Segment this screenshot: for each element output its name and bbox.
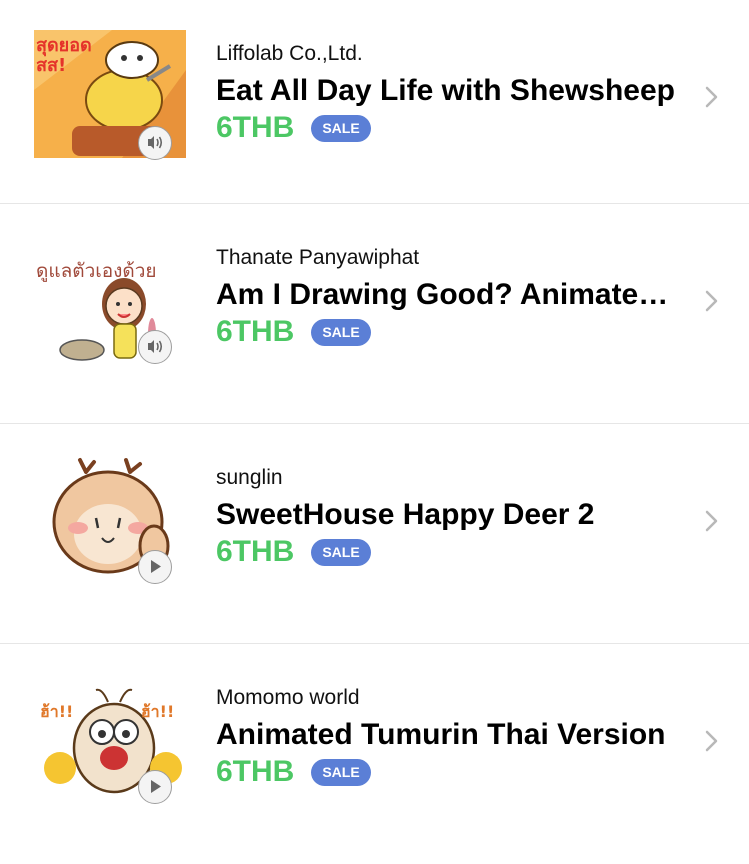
sound-icon[interactable] (138, 330, 172, 364)
price: 6THB (216, 535, 295, 568)
list-item[interactable]: สุดยอดสส! Liffolab Co.,Ltd. Eat All Day … (0, 0, 749, 220)
sticker-thumbnail[interactable]: สุดยอดสส! (32, 30, 188, 160)
sticker-caption: ฮ้า!! ฮ้า!! (40, 702, 175, 721)
sale-badge: SALE (311, 758, 371, 786)
sticker-title[interactable]: Am I Drawing Good? Animated Stickers (216, 277, 676, 313)
sticker-title[interactable]: Eat All Day Life with Shewsheep (216, 73, 676, 109)
author-name[interactable]: sunglin (216, 466, 686, 490)
chevron-right-icon[interactable] (702, 728, 720, 754)
price: 6THB (216, 111, 295, 144)
sticker-caption: สุดยอดสส! (36, 35, 92, 76)
author-name[interactable]: Thanate Panyawiphat (216, 246, 686, 270)
sticker-thumbnail[interactable]: ดูแลตัวเองด้วย (32, 234, 188, 364)
sticker-list: สุดยอดสส! Liffolab Co.,Ltd. Eat All Day … (0, 0, 749, 836)
sale-badge: SALE (311, 318, 371, 346)
list-item[interactable]: ฮ้า!! ฮ้า!! Momomo world Animated Tumuri… (0, 644, 749, 864)
chevron-right-icon[interactable] (702, 508, 720, 534)
item-info: Thanate Panyawiphat Am I Drawing Good? A… (216, 246, 686, 350)
price: 6THB (216, 755, 295, 788)
sticker-title[interactable]: Animated Tumurin Thai Version (216, 717, 676, 753)
chevron-right-icon[interactable] (702, 84, 720, 110)
sticker-caption: ดูแลตัวเองด้วย (36, 260, 157, 282)
play-icon[interactable] (138, 770, 172, 804)
author-name[interactable]: Liffolab Co.,Ltd. (216, 42, 686, 66)
item-info: Momomo world Animated Tumurin Thai Versi… (216, 686, 686, 790)
item-info: sunglin SweetHouse Happy Deer 2 6THB SAL… (216, 466, 686, 570)
sticker-title[interactable]: SweetHouse Happy Deer 2 (216, 497, 676, 533)
play-icon[interactable] (138, 550, 172, 584)
list-item[interactable]: sunglin SweetHouse Happy Deer 2 6THB SAL… (0, 424, 749, 644)
sale-badge: SALE (311, 114, 371, 142)
sticker-thumbnail[interactable]: ฮ้า!! ฮ้า!! (32, 674, 188, 804)
list-item[interactable]: ดูแลตัวเองด้วย Thanate Panyawiphat Am I … (0, 204, 749, 424)
item-info: Liffolab Co.,Ltd. Eat All Day Life with … (216, 42, 686, 146)
author-name[interactable]: Momomo world (216, 686, 686, 710)
sticker-thumbnail[interactable] (32, 454, 188, 584)
sale-badge: SALE (311, 538, 371, 566)
chevron-right-icon[interactable] (702, 288, 720, 314)
price: 6THB (216, 315, 295, 348)
sound-icon[interactable] (138, 126, 172, 160)
